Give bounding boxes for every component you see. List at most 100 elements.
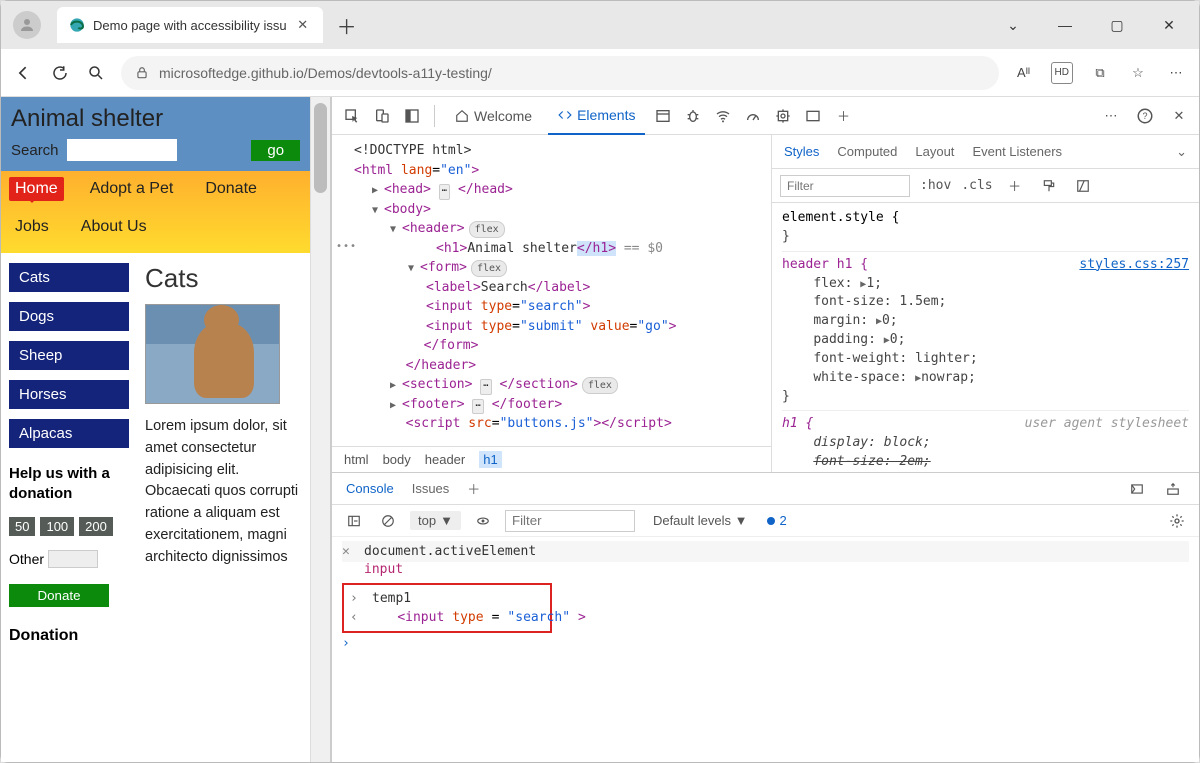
expand-drawer-icon[interactable] — [1161, 477, 1185, 501]
dom-tree[interactable]: <!DOCTYPE html> <html lang="en"> ▶<head>… — [332, 135, 771, 446]
bug-icon[interactable] — [681, 104, 705, 128]
clear-console-icon[interactable] — [376, 509, 400, 533]
snippet-icon[interactable] — [1125, 477, 1149, 501]
amount-50[interactable]: 50 — [9, 517, 35, 536]
read-aloud-icon[interactable]: Aᴵᴵ — [1013, 62, 1035, 84]
donate-button[interactable]: Donate — [9, 584, 109, 607]
console-filter-input[interactable] — [505, 510, 635, 532]
styles-tab-layout[interactable]: Layout — [915, 144, 954, 159]
performance-icon[interactable] — [741, 104, 765, 128]
amount-100[interactable]: 100 — [40, 517, 74, 536]
person-icon — [18, 16, 36, 34]
context-selector[interactable]: top ▼ — [410, 511, 461, 530]
sidebar-item-alpacas[interactable]: Alpacas — [9, 419, 129, 448]
highlighted-console-region: ›temp1 ‹ <input type="search"> — [342, 583, 552, 633]
styles-tab-styles[interactable]: Styles — [784, 144, 819, 159]
console-drawer: Console Issues ＋ top ▼ Default levels ▼ — [332, 472, 1199, 762]
cls-toggle[interactable]: .cls — [961, 178, 992, 193]
console-result: input — [342, 562, 1189, 577]
add-tab-icon[interactable]: ＋ — [831, 104, 855, 128]
search-go-button[interactable]: go — [251, 140, 300, 161]
source-link[interactable]: styles.css:257 — [1079, 256, 1189, 275]
new-tab-button[interactable]: ＋ — [331, 9, 363, 41]
style-paint-icon[interactable] — [1037, 174, 1061, 198]
hov-toggle[interactable]: :hov — [920, 178, 951, 193]
live-expression-icon[interactable] — [471, 509, 495, 533]
sidebar-item-dogs[interactable]: Dogs — [9, 302, 129, 331]
amount-200[interactable]: 200 — [79, 517, 113, 536]
back-button[interactable] — [13, 62, 35, 84]
home-icon — [455, 109, 469, 123]
crumb-h1: h1 — [479, 451, 501, 468]
console-sidebar-icon[interactable] — [342, 509, 366, 533]
panel-icon[interactable] — [801, 104, 825, 128]
tab-welcome[interactable]: Welcome — [445, 97, 542, 135]
titlebar: Demo page with accessibility issu ✕ ＋ ⌄ … — [1, 1, 1199, 49]
hd-icon[interactable]: HD — [1051, 62, 1073, 84]
search-icon[interactable] — [85, 62, 107, 84]
cat-image — [145, 304, 280, 404]
sidebar-item-cats[interactable]: Cats — [9, 263, 129, 292]
console-body[interactable]: ✕ document.activeElement input ›temp1 ‹ … — [332, 537, 1199, 762]
device-icon[interactable] — [370, 104, 394, 128]
nav-about[interactable]: About Us — [75, 215, 153, 239]
drawer-add-icon[interactable]: ＋ — [467, 479, 480, 498]
profile-avatar[interactable] — [13, 11, 41, 39]
styles-filter-input[interactable] — [780, 175, 910, 197]
edge-icon — [69, 17, 85, 33]
layout-toggle-icon[interactable] — [1071, 174, 1095, 198]
nav-jobs[interactable]: Jobs — [9, 215, 55, 239]
log-levels-selector[interactable]: Default levels ▼ — [653, 513, 748, 528]
sidebar-item-sheep[interactable]: Sheep — [9, 341, 129, 370]
help-icon[interactable]: ? — [1133, 104, 1157, 128]
lock-icon — [135, 66, 149, 80]
nav-adopt[interactable]: Adopt a Pet — [84, 177, 180, 201]
browser-tab[interactable]: Demo page with accessibility issu ✕ — [57, 7, 323, 43]
tab-elements[interactable]: Elements — [548, 97, 645, 135]
drawer-tab-console[interactable]: Console — [346, 481, 394, 496]
chevron-down-icon[interactable]: ⌄ — [1176, 144, 1187, 160]
dock-icon[interactable] — [400, 104, 424, 128]
overflow-icon[interactable]: ⋯ — [1099, 104, 1123, 128]
memory-icon[interactable] — [771, 104, 795, 128]
devtools-close-icon[interactable]: ✕ — [1167, 104, 1191, 128]
chevron-down-icon[interactable]: ⌄ — [999, 17, 1027, 34]
dom-breadcrumbs[interactable]: html body header h1 — [332, 446, 771, 472]
other-amount-input[interactable] — [48, 550, 98, 568]
help-heading: Help us with a donation — [9, 464, 129, 503]
lorem-text: Lorem ipsum dolor, sit amet consectetur … — [145, 416, 302, 568]
devtools-toolbar: Welcome Elements ＋ ⋯ ? ✕ — [332, 97, 1199, 135]
browser-toolbar: microsoftedge.github.io/Demos/devtools-a… — [1, 49, 1199, 97]
crumb-html: html — [344, 452, 369, 467]
page-viewport: Animal shelter Search go Home Adopt a Pe… — [1, 97, 331, 762]
nav-donate[interactable]: Donate — [199, 177, 263, 201]
maximize-button[interactable]: ▢ — [1103, 17, 1131, 34]
nav-home[interactable]: Home — [9, 177, 64, 201]
site-search-input[interactable] — [67, 139, 177, 161]
styles-tab-computed[interactable]: Computed — [837, 144, 897, 159]
collections-icon[interactable]: ⧉ — [1089, 62, 1111, 84]
main-nav: Home Adopt a Pet Donate Jobs About Us — [1, 171, 310, 253]
crumb-header: header — [425, 452, 465, 467]
more-icon[interactable]: ⋯ — [1165, 62, 1187, 84]
address-bar[interactable]: microsoftedge.github.io/Demos/devtools-a… — [121, 56, 999, 90]
styles-tab-listeners[interactable]: Event Listeners — [972, 144, 1062, 159]
favorites-icon[interactable]: ☆ — [1127, 62, 1149, 84]
inspect-icon[interactable] — [340, 104, 364, 128]
styles-body[interactable]: element.style { } header h1 {styles.css:… — [772, 203, 1199, 472]
svg-text:?: ? — [1142, 111, 1147, 121]
dismiss-icon[interactable]: ✕ — [342, 544, 356, 559]
console-settings-icon[interactable] — [1165, 509, 1189, 533]
network-icon[interactable] — [711, 104, 735, 128]
close-icon[interactable]: ✕ — [295, 17, 311, 33]
new-style-icon[interactable]: ＋ — [1003, 174, 1027, 198]
application-icon[interactable] — [651, 104, 675, 128]
drawer-tab-issues[interactable]: Issues — [412, 481, 450, 496]
minimize-button[interactable]: — — [1051, 17, 1079, 33]
scrollbar[interactable] — [310, 97, 330, 762]
devtools-panel: Welcome Elements ＋ ⋯ ? ✕ < — [331, 97, 1199, 762]
refresh-button[interactable] — [49, 62, 71, 84]
window-close-button[interactable]: ✕ — [1155, 17, 1183, 34]
sidebar-item-horses[interactable]: Horses — [9, 380, 129, 409]
issues-badge[interactable]: 2 — [767, 513, 786, 528]
